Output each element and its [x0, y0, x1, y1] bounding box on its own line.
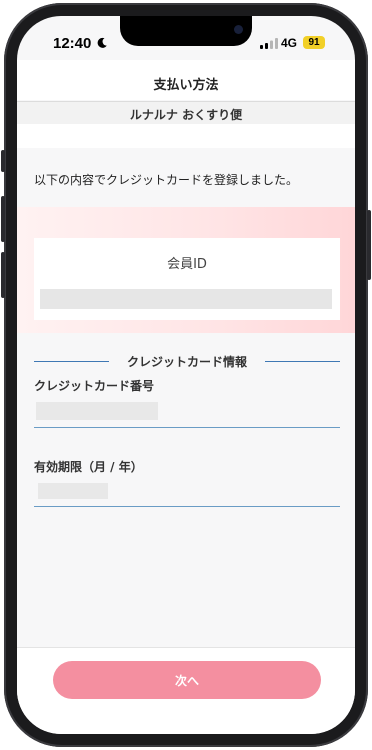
member-id-value: [40, 289, 332, 309]
moon-icon: [97, 37, 107, 48]
status-time: 12:40: [53, 35, 92, 52]
card-number-underline: [34, 427, 340, 428]
service-name: ルナルナ おくすり便: [129, 108, 243, 122]
expiry-value: [38, 483, 108, 499]
bottom-action-bar: 次へ: [17, 647, 355, 734]
notch: [120, 16, 252, 46]
member-id-card: 会員ID: [34, 238, 340, 320]
network-type: 4G: [281, 36, 298, 50]
header: 支払い方法: [17, 60, 355, 100]
card-number-value: [36, 402, 158, 420]
service-subheader: ルナルナ おくすり便: [17, 101, 355, 125]
power-button: [367, 210, 371, 280]
card-section-heading: クレジットカード情報: [34, 352, 340, 370]
page-title: 支払い方法: [153, 78, 219, 93]
screen: 12:40 4G 91 支払い方法 ルナルナ おくすり便 以下の内容でクレジット…: [17, 16, 355, 734]
battery-indicator: 91: [303, 36, 325, 49]
expiry-label: 有効期限（月 / 年）: [34, 460, 143, 474]
card-number-label: クレジットカード番号: [34, 379, 155, 393]
expiry-underline: [34, 506, 340, 507]
member-id-label: 会員ID: [167, 257, 207, 272]
front-camera: [234, 25, 243, 34]
card-section-title: クレジットカード情報: [126, 355, 247, 369]
next-button[interactable]: 次へ: [53, 661, 321, 699]
registration-message: 以下の内容でクレジットカードを登録しました。: [34, 173, 299, 187]
spacer: [17, 124, 355, 148]
volume-down-button: [1, 252, 5, 298]
signal-bars-icon: [260, 38, 278, 49]
ring-switch: [1, 150, 5, 172]
volume-up-button: [1, 196, 5, 242]
phone-frame: 12:40 4G 91 支払い方法 ルナルナ おくすり便 以下の内容でクレジット…: [0, 0, 372, 750]
